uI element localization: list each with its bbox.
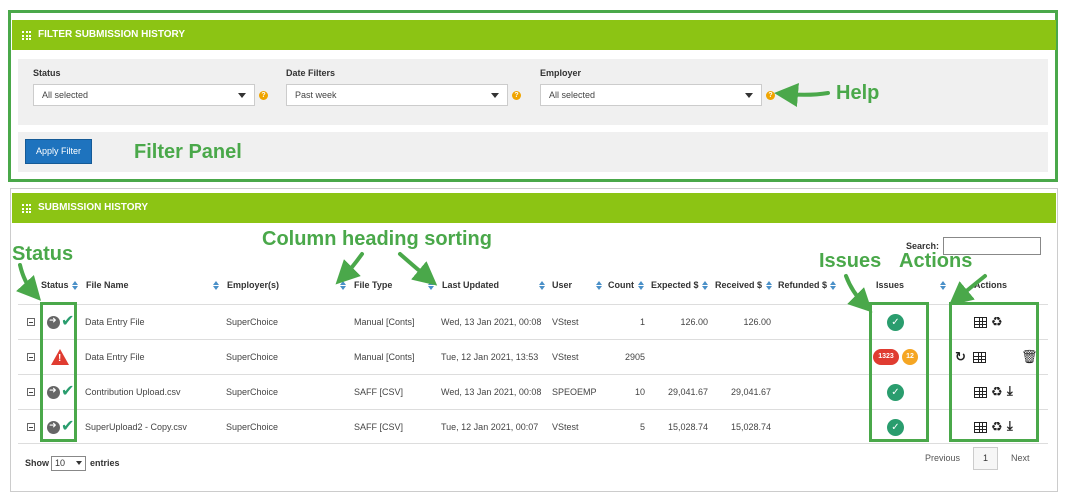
status-arrow [16,263,42,301]
callout-arrows [16,83,987,313]
sorting-arrow-last-updated [398,252,438,286]
issues-arrow [844,274,873,313]
actions-arrow [948,274,987,306]
sorting-arrow-file-type [335,252,364,285]
help-arrow [774,83,830,107]
